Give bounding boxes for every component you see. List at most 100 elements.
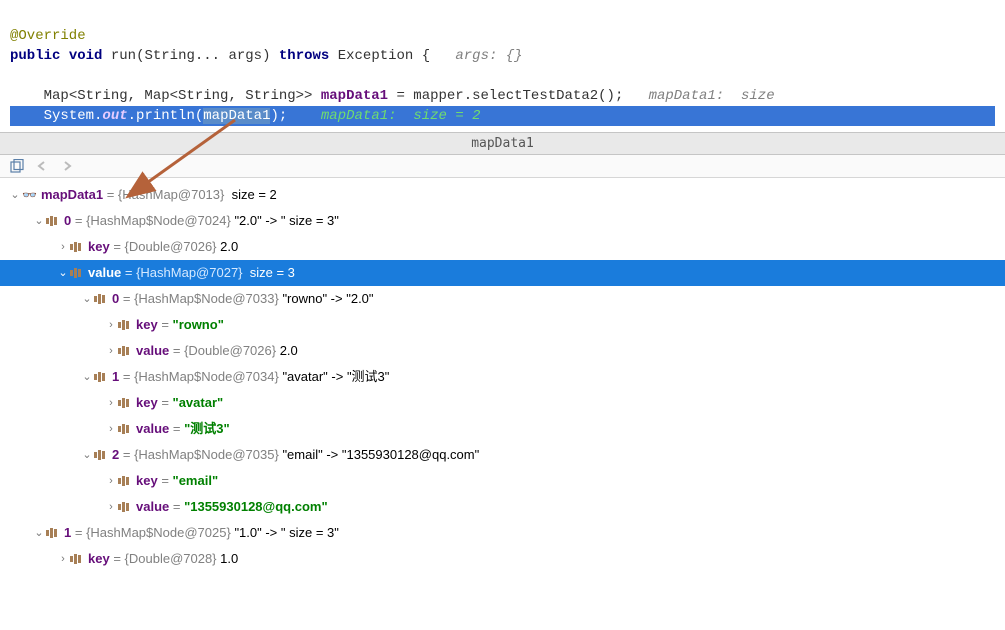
value-label: "email" — [173, 469, 219, 493]
tree-key-row[interactable]: › key = "rowno" — [0, 312, 1005, 338]
println-call: .println( — [128, 108, 204, 124]
key-label: key — [136, 391, 158, 415]
tree-root-row[interactable]: ⌄ 👓 mapData1 = {HashMap@7013} size = 2 — [0, 182, 1005, 208]
tree-node-row[interactable]: ⌄ 0 = {HashMap$Node@7024} "2.0" -> " siz… — [0, 208, 1005, 234]
expand-arrow-icon[interactable]: ⌄ — [32, 521, 46, 545]
map-entry-icon — [70, 241, 84, 253]
value-label: "测试3" — [184, 417, 230, 441]
tree-node-row[interactable]: ⌄ 0 = {HashMap$Node@7033} "rowno" -> "2.… — [0, 286, 1005, 312]
value-label: 1.0 — [220, 547, 238, 571]
value-label: 2.0 — [220, 235, 238, 259]
key-label: key — [136, 469, 158, 493]
system-ref: System. — [44, 108, 103, 124]
value-label: value — [88, 261, 121, 285]
annotation: @Override — [10, 28, 86, 44]
expand-arrow-icon[interactable]: ⌄ — [80, 287, 94, 311]
copy-icon[interactable] — [10, 159, 26, 173]
map-entry-icon — [94, 371, 108, 383]
value-label: "email" -> "1355930128@qq.com" — [282, 443, 479, 467]
value-label: "2.0" -> " size = 3" — [234, 209, 338, 233]
map-entry-icon — [118, 319, 132, 331]
type-label: {HashMap$Node@7035} — [134, 443, 279, 467]
map-entry-icon — [118, 345, 132, 357]
value-label: value — [136, 339, 169, 363]
expand-arrow-icon[interactable]: ⌄ — [8, 183, 22, 207]
type-label: {HashMap$Node@7025} — [86, 521, 231, 545]
expand-arrow-icon[interactable]: › — [104, 417, 118, 441]
map-entry-icon — [46, 215, 60, 227]
type-label: {HashMap@7013} — [118, 183, 224, 207]
map-entry-icon — [118, 475, 132, 487]
key-label: key — [88, 547, 110, 571]
map-entry-icon — [46, 527, 60, 539]
expand-arrow-icon[interactable]: ⌄ — [80, 365, 94, 389]
index-label: 0 — [112, 287, 119, 311]
out-field: out — [102, 108, 127, 124]
value-label: "avatar" — [173, 391, 224, 415]
expand-arrow-icon[interactable]: ⌄ — [80, 443, 94, 467]
index-label: 0 — [64, 209, 71, 233]
expand-arrow-icon[interactable]: › — [104, 469, 118, 493]
tree-node-row[interactable]: ⌄ 2 = {HashMap$Node@7035} "email" -> "13… — [0, 442, 1005, 468]
index-label: 2 — [112, 443, 119, 467]
tree-key-row[interactable]: › key = "avatar" — [0, 390, 1005, 416]
var-label: mapData1 — [41, 183, 103, 207]
tree-value-row-selected[interactable]: ⌄ value = {HashMap@7027} size = 3 — [0, 260, 1005, 286]
keyword-public: public — [10, 48, 60, 64]
debugger-panel-title: mapData1 — [0, 132, 1005, 155]
index-label: 1 — [112, 365, 119, 389]
method-params: (String... args) — [136, 48, 270, 64]
mapper-ref: mapper — [413, 88, 463, 104]
type-label: {HashMap@7027} — [136, 261, 242, 285]
map-entry-icon — [70, 553, 84, 565]
expand-arrow-icon[interactable]: › — [104, 339, 118, 363]
expand-arrow-icon[interactable]: ⌄ — [32, 209, 46, 233]
expand-arrow-icon[interactable]: › — [56, 235, 70, 259]
expand-arrow-icon[interactable]: › — [104, 391, 118, 415]
keyword-void: void — [69, 48, 103, 64]
value-label: "rowno" -> "2.0" — [282, 287, 373, 311]
type-label: {HashMap$Node@7033} — [134, 287, 279, 311]
tree-key-row[interactable]: › key = "email" — [0, 468, 1005, 494]
variables-tree[interactable]: ⌄ 👓 mapData1 = {HashMap@7013} size = 2 ⌄… — [0, 178, 1005, 576]
tree-value-row[interactable]: › value = "1355930128@qq.com" — [0, 494, 1005, 520]
expand-arrow-icon[interactable]: › — [104, 495, 118, 519]
value-label: 2.0 — [280, 339, 298, 363]
type-label: {HashMap$Node@7024} — [86, 209, 231, 233]
tree-key-row[interactable]: › key = {Double@7026} 2.0 — [0, 234, 1005, 260]
key-label: key — [88, 235, 110, 259]
key-label: key — [136, 313, 158, 337]
close-paren: ); — [270, 108, 287, 124]
expand-arrow-icon[interactable]: ⌄ — [56, 261, 70, 285]
size-label: size = 3 — [250, 261, 295, 285]
highlighted-code-line[interactable]: System.out.println(mapData1); mapData1: … — [10, 106, 995, 126]
size-label: size = 2 — [232, 183, 277, 207]
tree-node-row[interactable]: ⌄ 1 = {HashMap$Node@7025} "1.0" -> " siz… — [0, 520, 1005, 546]
map-declaration: Map<String, Map<String, String>> — [44, 88, 313, 104]
tree-value-row[interactable]: › value = "测试3" — [0, 416, 1005, 442]
forward-arrow-icon[interactable] — [60, 160, 74, 172]
tree-key-row[interactable]: › key = {Double@7028} 1.0 — [0, 546, 1005, 572]
map-entry-icon — [118, 501, 132, 513]
expand-arrow-icon[interactable]: › — [104, 313, 118, 337]
inline-comment: args: {} — [455, 48, 522, 64]
value-label: "1355930128@qq.com" — [184, 495, 328, 519]
exception-type: Exception { — [338, 48, 430, 64]
index-label: 1 — [64, 521, 71, 545]
variable-mapData1: mapData1 — [321, 88, 388, 104]
value-label: value — [136, 495, 169, 519]
map-entry-icon — [70, 267, 84, 279]
watch-icon: 👓 — [22, 183, 37, 207]
type-label: {Double@7026} — [184, 339, 276, 363]
back-arrow-icon[interactable] — [36, 160, 50, 172]
expand-arrow-icon[interactable]: › — [56, 547, 70, 571]
code-editor[interactable]: @Override public void run(String... args… — [0, 0, 1005, 132]
method-call: .selectTestData2(); — [464, 88, 624, 104]
value-label: "avatar" -> "测试3" — [282, 365, 389, 389]
tree-node-row[interactable]: ⌄ 1 = {HashMap$Node@7034} "avatar" -> "测… — [0, 364, 1005, 390]
highlighted-variable: mapData1 — [203, 108, 270, 124]
type-label: {Double@7028} — [125, 547, 217, 571]
method-name: run — [111, 48, 136, 64]
keyword-throws: throws — [279, 48, 329, 64]
tree-value-row[interactable]: › value = {Double@7026} 2.0 — [0, 338, 1005, 364]
